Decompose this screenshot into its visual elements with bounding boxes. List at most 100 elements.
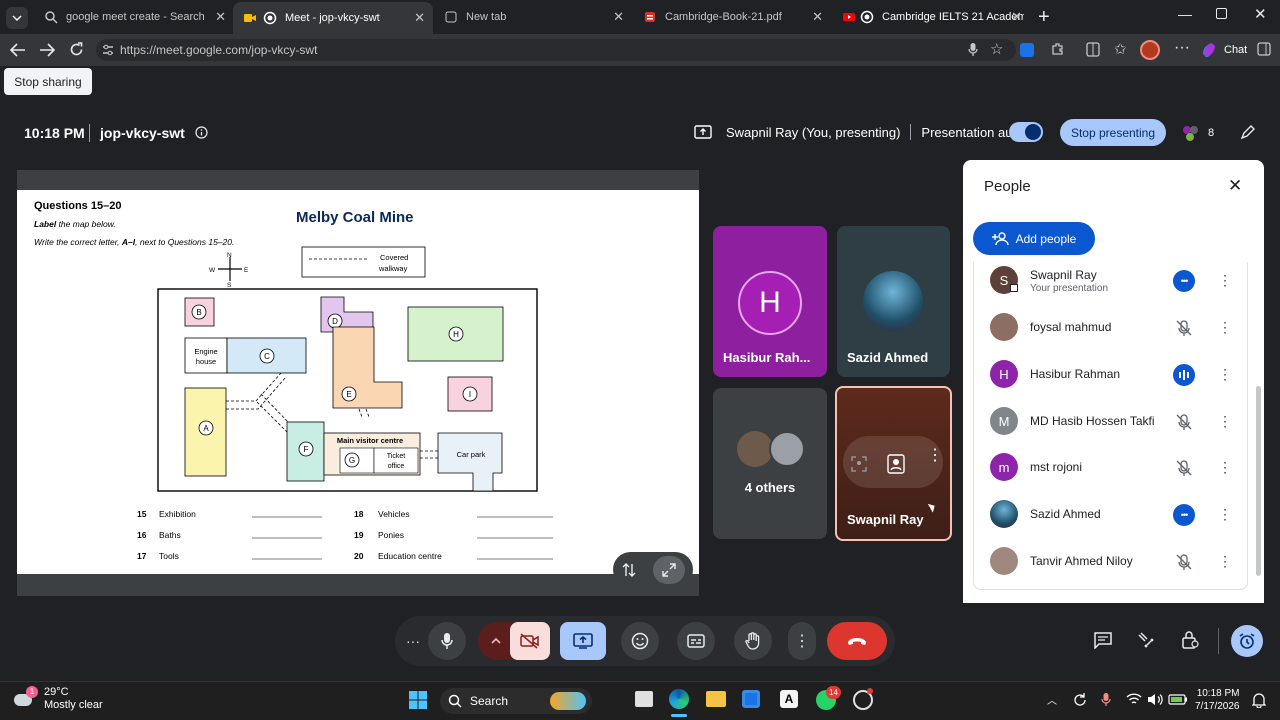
tab-youtube[interactable]: Cambridge IELTS 21 Academic ✕: [832, 4, 1030, 30]
start-icon[interactable]: [408, 690, 428, 710]
list-item[interactable]: Tanvir Ahmed Niloy ⋮: [988, 539, 1238, 585]
volume-icon[interactable]: [1147, 693, 1163, 706]
more-options-icon[interactable]: ⋮: [1218, 272, 1232, 289]
list-item[interactable]: S Swapnil Ray Your presentation ••• ⋮: [988, 258, 1238, 304]
chat-label: Chat: [1224, 44, 1248, 56]
forward-icon[interactable]: [39, 43, 55, 57]
edge-icon[interactable]: [669, 689, 689, 709]
copilot-chat-button[interactable]: Chat: [1200, 39, 1247, 61]
sync-icon[interactable]: [1072, 692, 1088, 708]
fullscreen-button[interactable]: [653, 555, 685, 584]
more-options-icon[interactable]: ⋮: [1218, 366, 1232, 383]
reload-icon[interactable]: [69, 42, 84, 57]
close-panel-button[interactable]: ✕: [1228, 176, 1242, 196]
more-controls-button[interactable]: ···: [400, 622, 426, 660]
profile-avatar[interactable]: [1140, 40, 1160, 60]
info-icon[interactable]: [195, 126, 208, 139]
tab-title: google meet create - Search: [66, 11, 205, 23]
minimize-button[interactable]: —: [1178, 6, 1192, 22]
extension-blue-icon[interactable]: [1020, 43, 1034, 57]
tab-pdf[interactable]: Cambridge-Book-21.pdf ✕: [633, 4, 831, 30]
chat-icon[interactable]: [1094, 632, 1112, 649]
list-item[interactable]: H Hasibur Rahman ⋮: [988, 352, 1238, 398]
more-options-button[interactable]: ⋮: [788, 622, 816, 660]
microphone-icon[interactable]: [968, 42, 978, 57]
more-options-icon[interactable]: ⋮: [1218, 319, 1232, 336]
participant-tile-others[interactable]: 4 others: [713, 388, 827, 539]
raise-hand-button[interactable]: [734, 622, 772, 660]
participants-button[interactable]: 8: [1180, 119, 1214, 146]
visual-effects-icon[interactable]: [887, 454, 905, 474]
list-item[interactable]: foysal mahmud ⋮: [988, 305, 1238, 351]
file-explorer-icon[interactable]: [706, 691, 726, 707]
q16-num: 16: [137, 530, 147, 540]
close-icon[interactable]: ✕: [414, 10, 425, 26]
activities-icon[interactable]: [1137, 631, 1155, 649]
split-screen-icon[interactable]: [1086, 42, 1100, 57]
tab-search-button[interactable]: [6, 7, 28, 29]
camera-options-button[interactable]: [478, 622, 514, 660]
more-menu-icon[interactable]: ···: [1174, 39, 1190, 57]
task-view-icon[interactable]: [635, 691, 653, 707]
camera-button[interactable]: [510, 622, 550, 660]
tray-chevron-icon[interactable]: ︿: [1047, 692, 1057, 707]
participant-tile-sazid[interactable]: Sazid Ahmed: [837, 226, 950, 377]
avatar: M: [990, 407, 1018, 435]
close-icon[interactable]: ✕: [812, 9, 823, 25]
more-options-icon[interactable]: ⋮: [927, 448, 943, 464]
address-bar[interactable]: https://meet.google.com/jop-vkcy-swt: [96, 39, 1016, 61]
microphone-button[interactable]: [428, 622, 466, 660]
scrollbar[interactable]: [1256, 386, 1261, 576]
stop-presenting-button[interactable]: Stop presenting: [1060, 119, 1166, 146]
participant-name: mst rojoni: [1030, 460, 1083, 474]
participant-tile-hasibur[interactable]: H Hasibur Rah...: [713, 226, 827, 377]
divider: [910, 124, 912, 140]
meeting-code: jop-vkcy-swt: [100, 125, 185, 141]
extensions-icon[interactable]: [1050, 42, 1065, 57]
bookmark-star-icon[interactable]: ☆: [990, 40, 1003, 58]
instruction-2: Write the correct letter, A–I, next to Q…: [34, 237, 234, 247]
leave-call-button[interactable]: [827, 622, 887, 660]
tab-meet[interactable]: Meet - jop-vkcy-swt ✕: [233, 2, 433, 34]
weather-widget[interactable]: 1 29°C Mostly clear: [14, 686, 103, 712]
system-clock[interactable]: 10:18 PM 7/17/2026: [1195, 687, 1240, 713]
stop-sharing-button[interactable]: Stop sharing: [4, 68, 92, 95]
tab-new[interactable]: New tab ✕: [434, 4, 632, 30]
taskbar-search[interactable]: Search: [440, 688, 592, 714]
participant-tile-self[interactable]: ⋮ Swapnil Ray: [835, 386, 952, 541]
new-tab-button[interactable]: +: [1038, 6, 1050, 29]
letter-d: D: [332, 317, 338, 326]
store-icon[interactable]: [742, 690, 760, 708]
maximize-button[interactable]: [1216, 8, 1227, 19]
reactions-button[interactable]: [621, 622, 659, 660]
close-window-button[interactable]: ✕: [1254, 5, 1267, 23]
presentation-audio-toggle[interactable]: [1009, 122, 1043, 142]
favorites-icon[interactable]: ✩: [1114, 40, 1127, 58]
more-options-icon[interactable]: ⋮: [1218, 553, 1232, 570]
sidebar-toggle-icon[interactable]: [1257, 42, 1271, 56]
close-icon[interactable]: ✕: [1011, 9, 1022, 25]
close-icon[interactable]: ✕: [613, 9, 624, 25]
more-options-icon[interactable]: ⋮: [1218, 413, 1232, 430]
site-settings-icon[interactable]: [102, 44, 114, 56]
present-button[interactable]: [560, 622, 606, 660]
annotate-pen-icon[interactable]: [1240, 124, 1256, 140]
list-item[interactable]: M MD Hasib Hossen Takfi ⋮: [988, 399, 1238, 445]
add-people-button[interactable]: Add people: [973, 222, 1095, 255]
tab-google-search[interactable]: google meet create - Search ✕: [34, 4, 234, 30]
more-options-icon[interactable]: ⋮: [1218, 506, 1232, 523]
more-options-icon[interactable]: ⋮: [1218, 459, 1232, 476]
list-item[interactable]: m mst rojoni ⋮: [988, 445, 1238, 491]
notifications-bell-icon[interactable]: [1252, 692, 1266, 708]
list-item[interactable]: Sazid Ahmed ••• ⋮: [988, 492, 1238, 538]
back-icon[interactable]: [10, 43, 26, 57]
font-app-icon[interactable]: A: [780, 690, 798, 708]
wifi-icon[interactable]: [1126, 693, 1142, 706]
host-controls-icon[interactable]: [1181, 630, 1199, 650]
meeting-tools-button[interactable]: [1231, 625, 1263, 657]
captions-button[interactable]: [677, 622, 715, 660]
swap-layout-icon[interactable]: [621, 562, 637, 578]
close-icon[interactable]: ✕: [215, 9, 226, 25]
framing-icon[interactable]: [851, 456, 867, 472]
battery-icon[interactable]: [1168, 694, 1188, 705]
